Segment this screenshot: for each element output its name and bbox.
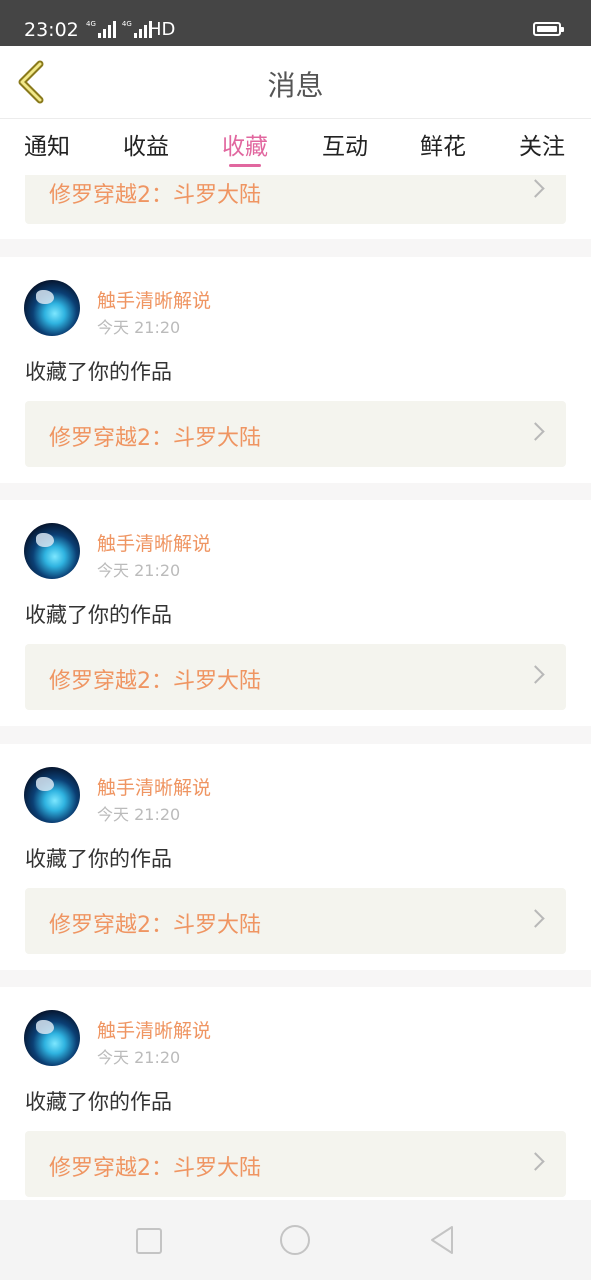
message-time: 今天 21:20 [97, 805, 181, 824]
work-link[interactable]: 修罗穿越2：斗罗大陆 [25, 175, 566, 224]
work-title: 修罗穿越2：斗罗大陆 [49, 183, 261, 208]
list-item: 触手清晰解说 今天 21:20 收藏了你的作品 修罗穿越2：斗罗大陆 [0, 744, 591, 970]
chevron-right-icon [526, 1152, 545, 1171]
message-list[interactable]: 修罗穿越2：斗罗大陆 触手清晰解说 今天 21:20 收藏了你的作品 修罗穿越2… [0, 175, 591, 1200]
message-text: 收藏了你的作品 [25, 847, 172, 871]
message-time: 今天 21:20 [97, 1048, 181, 1067]
work-title: 修罗穿越2：斗罗大陆 [49, 1156, 261, 1181]
tab-flowers[interactable]: 鲜花 [420, 127, 466, 161]
battery-icon [533, 22, 564, 36]
work-title: 修罗穿越2：斗罗大陆 [49, 426, 261, 451]
signal-indicators: 4G 4G [86, 20, 152, 38]
message-time: 今天 21:20 [97, 318, 181, 337]
avatar[interactable] [24, 1010, 80, 1066]
work-link[interactable]: 修罗穿越2：斗罗大陆 [25, 1131, 566, 1197]
tab-favorites[interactable]: 收藏 [222, 127, 268, 161]
tab-interaction[interactable]: 互动 [322, 127, 368, 161]
hd-label: HD [148, 19, 176, 40]
square-icon[interactable] [136, 1228, 162, 1254]
work-link[interactable]: 修罗穿越2：斗罗大陆 [25, 644, 566, 710]
message-text: 收藏了你的作品 [25, 603, 172, 627]
status-bar: 23:02 4G 4G HD [0, 0, 591, 46]
username[interactable]: 触手清晰解说 [97, 286, 211, 313]
chevron-right-icon [526, 665, 545, 684]
avatar[interactable] [24, 523, 80, 579]
triangle-back-icon[interactable] [428, 1224, 456, 1256]
list-item: 触手清晰解说 今天 21:20 收藏了你的作品 修罗穿越2：斗罗大陆 [0, 987, 591, 1200]
work-link[interactable]: 修罗穿越2：斗罗大陆 [25, 401, 566, 467]
list-item: 触手清晰解说 今天 21:20 收藏了你的作品 修罗穿越2：斗罗大陆 [0, 500, 591, 726]
page-title: 消息 [267, 69, 324, 102]
signal-strength-icon: 4G [86, 20, 116, 38]
active-tab-indicator [229, 164, 261, 167]
work-title: 修罗穿越2：斗罗大陆 [49, 913, 261, 938]
tab-earnings[interactable]: 收益 [123, 127, 169, 161]
chevron-right-icon [526, 179, 545, 198]
work-link[interactable]: 修罗穿越2：斗罗大陆 [25, 888, 566, 954]
tab-follow[interactable]: 关注 [519, 127, 565, 161]
username[interactable]: 触手清晰解说 [97, 529, 211, 556]
username[interactable]: 触手清晰解说 [97, 1016, 211, 1043]
app-header: 消息 [0, 46, 591, 119]
avatar[interactable] [24, 767, 80, 823]
list-item: 触手清晰解说 今天 21:20 收藏了你的作品 修罗穿越2：斗罗大陆 [0, 257, 591, 483]
work-title: 修罗穿越2：斗罗大陆 [49, 669, 261, 694]
username[interactable]: 触手清晰解说 [97, 773, 211, 800]
chevron-right-icon [526, 909, 545, 928]
circle-icon[interactable] [280, 1225, 310, 1255]
message-time: 今天 21:20 [97, 561, 181, 580]
list-item: 修罗穿越2：斗罗大陆 [0, 175, 591, 239]
avatar[interactable] [24, 280, 80, 336]
chevron-right-icon [526, 422, 545, 441]
system-nav-bar [0, 1200, 591, 1280]
message-text: 收藏了你的作品 [25, 360, 172, 384]
status-time: 23:02 [24, 19, 79, 41]
tab-bar: 通知 收益 收藏 互动 鲜花 关注 [0, 119, 591, 175]
tab-notice[interactable]: 通知 [24, 127, 70, 161]
message-text: 收藏了你的作品 [25, 1090, 172, 1114]
